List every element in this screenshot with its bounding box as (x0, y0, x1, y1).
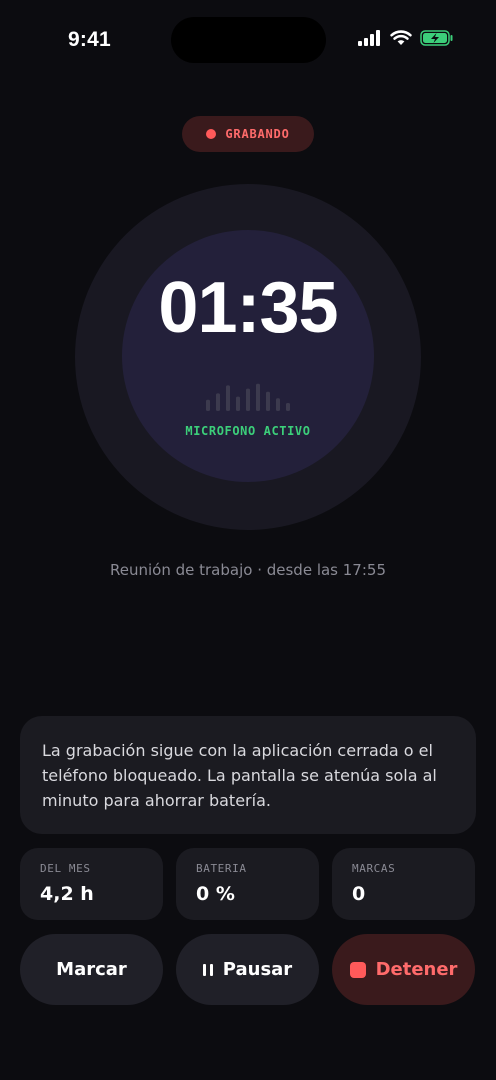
session-caption: Reunión de trabajo · desde las 17:55 (110, 561, 386, 579)
level-bar (236, 396, 240, 411)
recording-label: GRABANDO (225, 127, 290, 141)
level-bar (216, 393, 220, 411)
mark-button[interactable]: Marcar (20, 934, 163, 1005)
level-bar (256, 383, 260, 411)
background-info-card: La grabación sigue con la aplicación cer… (20, 716, 476, 834)
recording-badge: GRABANDO (182, 116, 314, 152)
stat-month-hours: DEL MES 4,2 h (20, 848, 163, 920)
elapsed-timer: 01:35 (158, 268, 338, 348)
stat-battery: BATERIA 0 % (176, 848, 319, 920)
status-time: 9:41 (68, 28, 111, 51)
pause-button-label: Pausar (222, 959, 293, 980)
stop-icon (349, 961, 366, 978)
cellular-signal-icon (358, 30, 380, 46)
recording-dot-icon (206, 129, 217, 139)
stat-value: 0 % (196, 883, 235, 905)
stat-label: DEL MES (40, 862, 91, 875)
level-bar (266, 391, 270, 411)
stop-button[interactable]: Detener (332, 934, 475, 1005)
status-bar: 9:41 (0, 0, 496, 80)
stat-value: 0 (352, 883, 366, 905)
background-info-text: La grabación sigue con la aplicación cer… (42, 741, 437, 810)
wifi-icon (390, 30, 412, 45)
stat-label: MARCAS (352, 862, 396, 875)
stat-value: 4,2 h (40, 883, 94, 905)
pause-icon (202, 963, 213, 976)
level-bar (226, 385, 230, 411)
audio-level-meter (206, 383, 290, 411)
battery-charging-icon (420, 30, 453, 46)
stat-label: BATERIA (196, 862, 247, 875)
stat-marks: MARCAS 0 (332, 848, 475, 920)
pause-button[interactable]: Pausar (176, 934, 319, 1005)
level-bar (206, 399, 210, 411)
stop-button-label: Detener (375, 959, 458, 980)
status-icons (358, 30, 454, 46)
level-bar (286, 403, 290, 411)
dynamic-island (171, 17, 326, 63)
microphone-status: MICROFONO ACTIVO (185, 424, 311, 438)
level-bar (276, 398, 280, 411)
level-bar (246, 388, 250, 411)
mark-button-label: Marcar (56, 959, 127, 980)
